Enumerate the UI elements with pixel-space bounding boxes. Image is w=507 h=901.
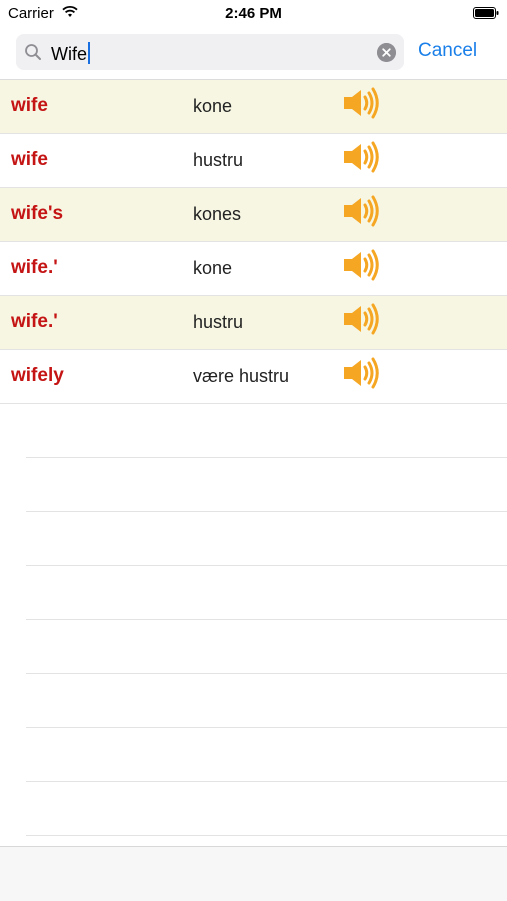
- search-bar: Wife Cancel: [0, 28, 507, 78]
- table-row[interactable]: wife.' hustru: [0, 296, 507, 350]
- empty-row: [26, 458, 507, 512]
- result-translation: kone: [193, 258, 233, 278]
- result-translation: være hustru: [193, 366, 290, 386]
- result-translation: kone: [193, 96, 233, 116]
- empty-row: [26, 566, 507, 620]
- speaker-icon[interactable]: [343, 249, 379, 281]
- clear-icon[interactable]: [377, 43, 396, 62]
- search-icon: [25, 44, 41, 60]
- text-cursor: [88, 42, 90, 64]
- bottom-toolbar: [0, 846, 507, 901]
- search-input[interactable]: Wife: [16, 34, 404, 70]
- empty-row: [26, 674, 507, 728]
- table-row[interactable]: wifely være hustru: [0, 350, 507, 404]
- cancel-button[interactable]: Cancel: [418, 40, 477, 62]
- speaker-icon[interactable]: [343, 141, 379, 173]
- empty-row: [26, 728, 507, 782]
- result-word: wife: [11, 95, 48, 116]
- clock-time: 2:46 PM: [225, 5, 282, 22]
- empty-row: [26, 404, 507, 458]
- empty-row: [26, 782, 507, 836]
- status-bar: Carrier 2:46 PM: [0, 0, 507, 28]
- result-translation: hustru: [193, 150, 244, 170]
- table-row[interactable]: wife's kones: [0, 188, 507, 242]
- result-word: wifely: [11, 365, 64, 386]
- result-word: wife: [11, 149, 48, 170]
- empty-row: [26, 512, 507, 566]
- table-row[interactable]: wife kone: [0, 80, 507, 134]
- speaker-icon[interactable]: [343, 303, 379, 335]
- battery-icon: [473, 7, 499, 19]
- result-translation: hustru: [193, 312, 244, 332]
- speaker-icon[interactable]: [343, 357, 379, 389]
- speaker-icon[interactable]: [343, 87, 379, 119]
- results-list: wife kone wife hustru wife's kones wife.' kone w…: [0, 79, 507, 846]
- result-translation: kones: [193, 204, 242, 224]
- result-word: wife's: [11, 203, 64, 224]
- speaker-icon[interactable]: [343, 195, 379, 227]
- result-word: wife.': [11, 311, 58, 332]
- result-word: wife.': [11, 257, 58, 278]
- table-row[interactable]: wife.' kone: [0, 242, 507, 296]
- search-value: Wife: [51, 44, 87, 64]
- empty-row: [26, 620, 507, 674]
- table-row[interactable]: wife hustru: [0, 134, 507, 188]
